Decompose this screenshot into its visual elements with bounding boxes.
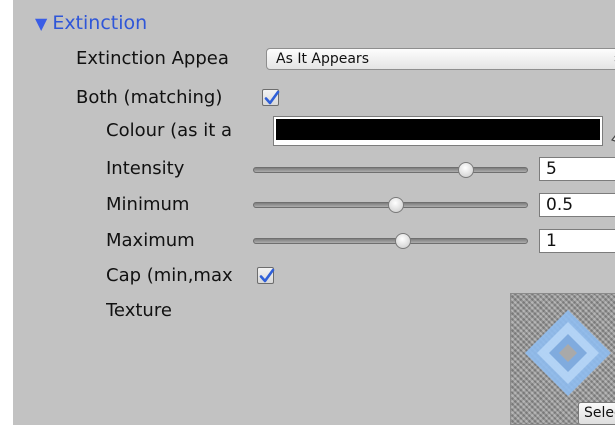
maximum-slider[interactable] <box>253 238 528 244</box>
eyedropper-icon[interactable] <box>609 119 615 147</box>
maximum-label: Maximum <box>106 230 195 251</box>
cap-checkbox[interactable] <box>257 267 275 284</box>
triangle-down-icon: ▼ <box>35 13 48 33</box>
appearance-dropdown[interactable]: As It Appears ⇕ <box>266 48 615 70</box>
appearance-dropdown-value: As It Appears <box>276 51 369 67</box>
minimum-slider-thumb[interactable] <box>387 197 404 213</box>
minimum-input[interactable]: 0.5 <box>539 193 615 217</box>
inspector-panel: ▼ Extinction Extinction Appea As It Appe… <box>13 0 615 425</box>
intensity-slider-thumb[interactable] <box>457 162 474 178</box>
checkmark-icon <box>259 268 275 283</box>
texture-image <box>525 310 611 396</box>
colour-field[interactable] <box>273 116 603 146</box>
texture-select-button[interactable]: Select <box>578 402 615 425</box>
appearance-label: Extinction Appea <box>76 48 229 69</box>
both-matching-checkbox[interactable] <box>262 89 280 106</box>
checkmark-icon <box>264 90 280 105</box>
intensity-slider[interactable] <box>253 167 528 173</box>
cap-label: Cap (min,max <box>106 265 233 286</box>
texture-label: Texture <box>106 300 172 321</box>
intensity-input[interactable]: 5 <box>539 157 615 181</box>
intensity-label: Intensity <box>106 158 185 179</box>
maximum-slider-thumb[interactable] <box>395 233 412 249</box>
colour-label: Colour (as it a <box>106 120 233 141</box>
colour-swatch <box>276 119 600 140</box>
section-title: Extinction <box>52 12 148 34</box>
minimum-label: Minimum <box>106 194 190 215</box>
maximum-input[interactable]: 1 <box>539 229 615 253</box>
section-foldout[interactable]: ▼ Extinction <box>35 10 147 36</box>
both-matching-label: Both (matching) <box>76 87 223 108</box>
